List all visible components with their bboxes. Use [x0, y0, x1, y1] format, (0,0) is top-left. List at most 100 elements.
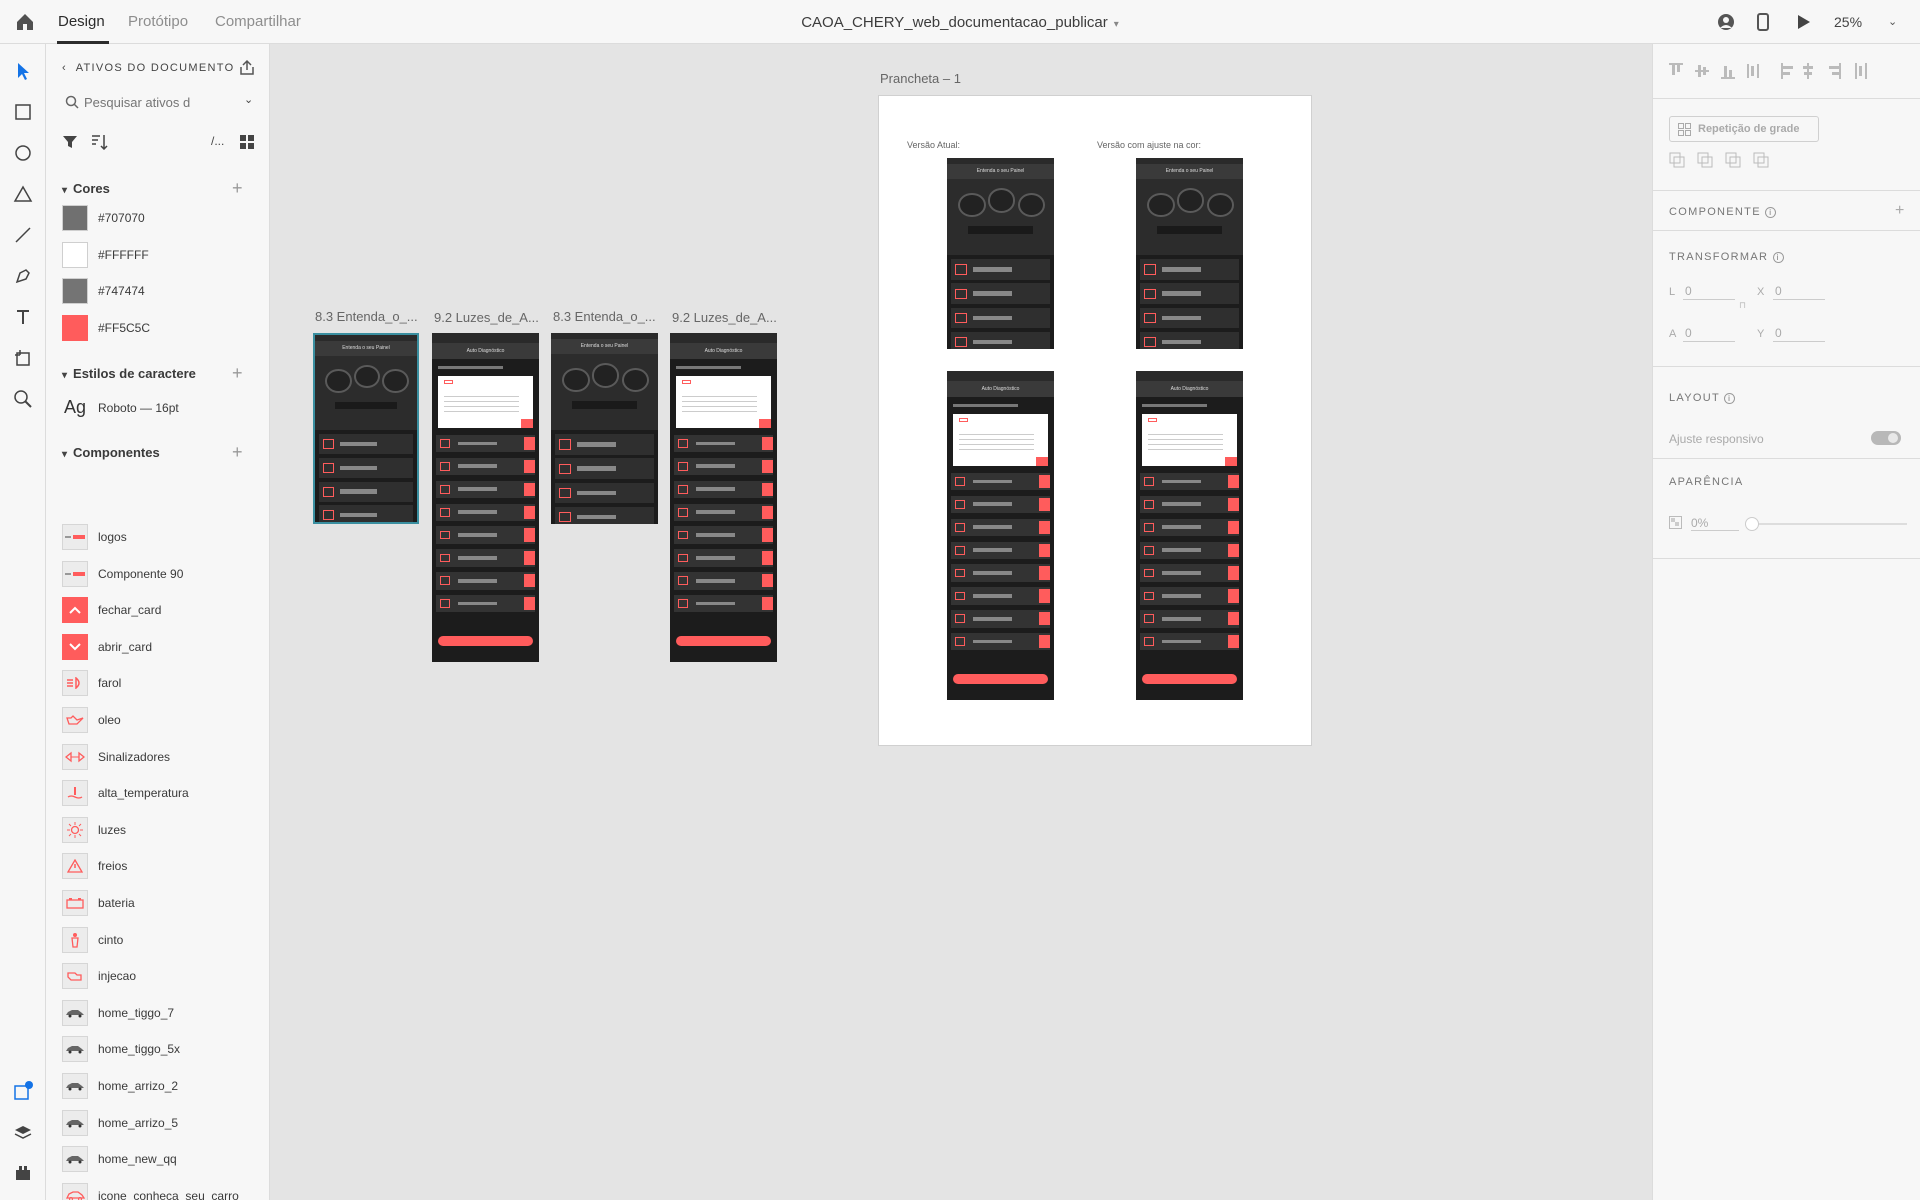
- share-icon[interactable]: [238, 59, 256, 77]
- sort-icon[interactable]: [90, 134, 108, 150]
- diagnostic-item: [951, 472, 1050, 491]
- warning-light-icon: [1144, 477, 1155, 487]
- component-item[interactable]: logos: [62, 524, 262, 552]
- zoom-tool-icon[interactable]: [12, 388, 34, 410]
- diagnostic-screen[interactable]: Auto Diagnóstico: [1136, 371, 1243, 700]
- component-item[interactable]: bateria: [62, 890, 262, 918]
- component-item[interactable]: farol: [62, 670, 262, 698]
- add-style-icon[interactable]: +: [232, 364, 243, 382]
- filter-icon[interactable]: [62, 134, 78, 150]
- component-item[interactable]: abrir_card: [62, 633, 262, 662]
- device-preview-icon[interactable]: [1753, 12, 1773, 32]
- character-styles-title[interactable]: ▾ Estilos de caractere: [62, 366, 196, 381]
- responsive-resize-label: Ajuste responsivo: [1669, 432, 1764, 446]
- color-item[interactable]: #FFFFFF: [62, 242, 262, 270]
- add-component-icon[interactable]: +: [1895, 202, 1904, 220]
- logo-icon: [62, 524, 88, 550]
- color-item[interactable]: #FF5C5C: [62, 315, 262, 343]
- component-item[interactable]: Sinalizadores: [62, 743, 262, 772]
- component-item[interactable]: fechar_card: [62, 597, 262, 625]
- slider-handle[interactable]: [1745, 517, 1759, 531]
- diagnostic-item: [1140, 564, 1239, 582]
- component-item[interactable]: home_new_qq: [62, 1146, 262, 1174]
- panel-screen[interactable]: Entenda o seu Painel: [313, 333, 419, 524]
- artboard-tool-icon[interactable]: [12, 347, 34, 369]
- plugins-icon[interactable]: [12, 1162, 34, 1184]
- polygon-tool-icon[interactable]: [12, 183, 34, 205]
- y-field[interactable]: 0: [1773, 326, 1825, 342]
- info-icon[interactable]: i: [1724, 393, 1736, 404]
- add-color-icon[interactable]: +: [232, 179, 243, 197]
- app-top-bar: Design Protótipo Compartilhar CAOA_CHERY…: [0, 0, 1920, 44]
- search-input[interactable]: [84, 91, 234, 113]
- assets-panel: ‹ ATIVOS DO DOCUMENTO ⌄ /... ▾Cores + #7…: [46, 44, 270, 1200]
- add-component-icon[interactable]: +: [232, 443, 243, 461]
- artboard[interactable]: Versão Atual: Versão com ajuste na cor:: [878, 95, 1312, 746]
- lock-aspect-icon[interactable]: ⊓: [1739, 300, 1746, 311]
- panel-screen[interactable]: Entenda o seu Painel: [551, 333, 658, 524]
- diagnostic-screen[interactable]: Auto Diagnóstico: [670, 333, 777, 662]
- info-icon[interactable]: i: [1772, 252, 1784, 263]
- chevron-down-icon[interactable]: ⌄: [244, 93, 253, 106]
- component-item[interactable]: home_arrizo_5: [62, 1109, 262, 1138]
- document-title[interactable]: CAOA_CHERY_web_documentacao_publicar ▾: [0, 14, 1920, 31]
- component-item[interactable]: icone_conheca_seu_carro: [62, 1182, 262, 1200]
- component-item[interactable]: Componente 90: [62, 560, 262, 589]
- chevron-down-icon[interactable]: ⌄: [1888, 15, 1897, 28]
- diagnostic-item: [436, 594, 535, 613]
- pen-tool-icon[interactable]: [12, 265, 34, 287]
- ellipse-tool-icon[interactable]: [12, 142, 34, 164]
- artboard-label[interactable]: 8.3 Entenda_o_...: [315, 309, 418, 324]
- rectangle-tool-icon[interactable]: [12, 101, 34, 123]
- select-tool-icon[interactable]: [12, 60, 34, 82]
- artboard-label[interactable]: 9.2 Luzes_de_A...: [434, 310, 539, 325]
- component-item[interactable]: oleo: [62, 707, 262, 735]
- list-view-icon[interactable]: /...: [211, 134, 224, 148]
- list-card: [951, 259, 1050, 280]
- assets-header[interactable]: ‹ ATIVOS DO DOCUMENTO: [62, 62, 234, 74]
- component-item[interactable]: home_tiggo_7: [62, 999, 262, 1028]
- component-item[interactable]: home_tiggo_5x: [62, 1036, 262, 1064]
- align-icons[interactable]: [1669, 62, 1909, 80]
- diagnostic-screen[interactable]: Auto Diagnóstico: [432, 333, 539, 662]
- assets-panel-icon[interactable]: [12, 1080, 34, 1102]
- opacity-field[interactable]: 0%: [1691, 516, 1739, 531]
- artboard-title[interactable]: Prancheta – 1: [880, 71, 961, 86]
- responsive-toggle[interactable]: [1871, 431, 1901, 445]
- line-tool-icon[interactable]: [12, 224, 34, 246]
- layers-icon[interactable]: [12, 1122, 34, 1144]
- colors-section-title[interactable]: ▾ Cores: [62, 181, 110, 196]
- repeat-grid-button[interactable]: Repetição de grade: [1669, 116, 1819, 142]
- components-section-title[interactable]: ▾ Componentes: [62, 445, 160, 460]
- boolean-ops-icons[interactable]: [1669, 152, 1769, 170]
- card-text: [576, 514, 617, 520]
- component-item[interactable]: injecao: [62, 963, 262, 991]
- artboard-label[interactable]: 9.2 Luzes_de_A...: [672, 310, 777, 325]
- diagnostic-item: [951, 610, 1050, 628]
- color-item[interactable]: #747474: [62, 278, 262, 306]
- divider: [1653, 230, 1920, 231]
- zoom-level[interactable]: 25%: [1834, 14, 1862, 30]
- panel-screen[interactable]: Entenda o seu Painel: [947, 158, 1054, 349]
- artboard-label[interactable]: 8.3 Entenda_o_...: [553, 309, 656, 324]
- width-field[interactable]: 0: [1683, 284, 1735, 300]
- component-item[interactable]: freios: [62, 853, 262, 881]
- x-field[interactable]: 0: [1773, 284, 1825, 300]
- text-tool-icon[interactable]: [12, 306, 34, 328]
- character-style-item[interactable]: Ag Roboto — 16pt: [62, 395, 262, 423]
- component-item[interactable]: home_arrizo_2: [62, 1073, 262, 1101]
- component-item[interactable]: cinto: [62, 926, 262, 955]
- height-field[interactable]: 0: [1683, 326, 1735, 342]
- diagnostic-screen[interactable]: Auto Diagnóstico: [947, 371, 1054, 700]
- component-label: home_tiggo_7: [98, 1005, 175, 1020]
- info-icon[interactable]: i: [1765, 207, 1777, 218]
- panel-screen[interactable]: Entenda o seu Painel: [1136, 158, 1243, 349]
- grid-view-icon[interactable]: [239, 134, 255, 150]
- user-icon[interactable]: [1716, 12, 1736, 32]
- opacity-slider[interactable]: [1745, 517, 1907, 531]
- color-item[interactable]: #707070: [62, 205, 262, 233]
- component-item[interactable]: luzes: [62, 816, 262, 845]
- component-item[interactable]: alta_temperatura: [62, 780, 262, 808]
- play-icon[interactable]: [1793, 12, 1813, 32]
- component-label: home_tiggo_5x: [98, 1042, 181, 1057]
